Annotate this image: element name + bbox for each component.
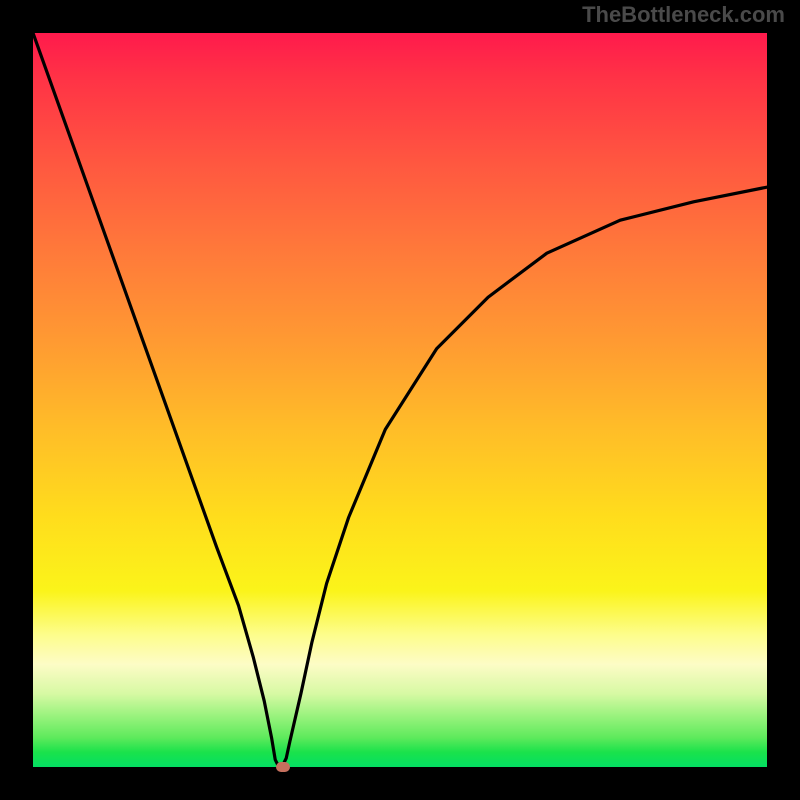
watermark-text: TheBottleneck.com	[582, 2, 785, 28]
min-marker	[276, 762, 290, 772]
chart-frame: TheBottleneck.com	[0, 0, 800, 800]
plot-area	[33, 33, 767, 767]
curve-svg	[33, 33, 767, 767]
curve-path	[33, 33, 767, 767]
